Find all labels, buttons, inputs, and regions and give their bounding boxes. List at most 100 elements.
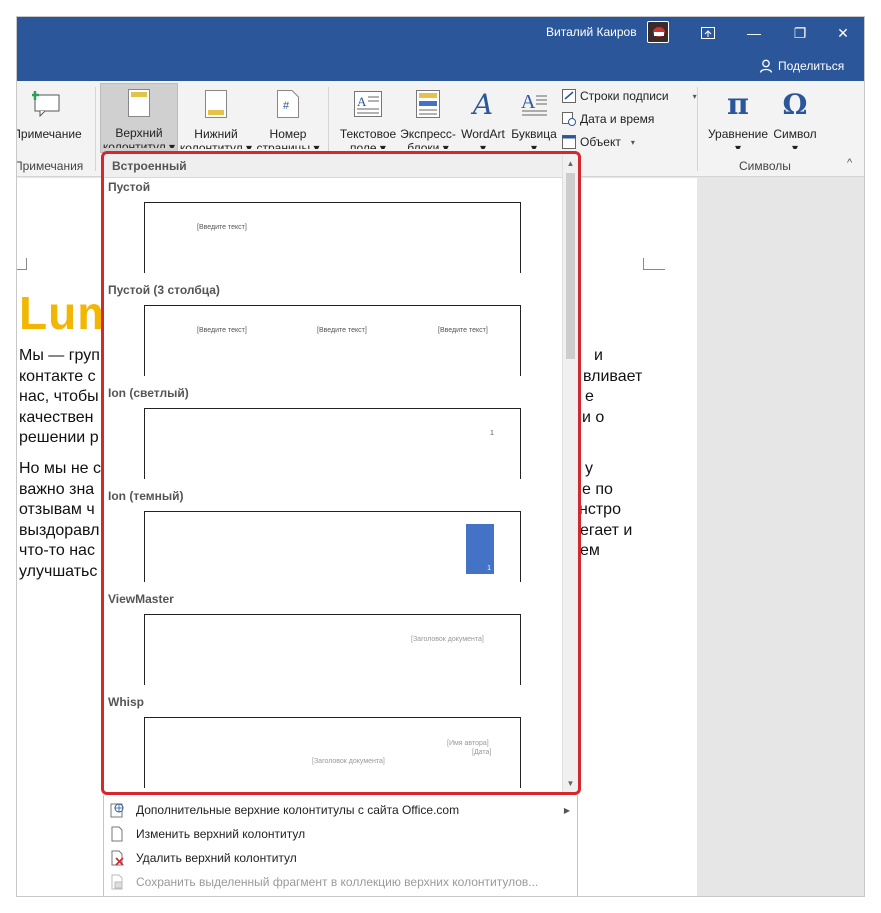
drop-cap-button[interactable]: A Буквица ▾ [509, 85, 559, 149]
quick-parts-button[interactable]: Экспресс- блоки ▾ [399, 85, 457, 149]
placeholder-text: [Введите текст] [317, 327, 367, 334]
signature-line-button[interactable]: Строки подписи ▾ [562, 89, 697, 103]
share-button[interactable]: Поделиться [759, 59, 844, 73]
text-box-button[interactable]: A Текстовое поле ▾ [337, 85, 399, 149]
text-box-label: Текстовое [339, 127, 397, 141]
drop-cap-label: Буквица [511, 127, 557, 141]
wordart-label: WordArt [461, 127, 505, 141]
object-dropdown: ▾ [630, 137, 635, 147]
gallery-item-title: Пустой [108, 180, 151, 194]
gallery-item-ion-light[interactable]: Ion (светлый) 1 [104, 384, 562, 487]
drop-cap-dropdown: ▾ [530, 141, 538, 149]
text-line-end: и [594, 347, 603, 364]
date-time-label: Дата и время [580, 112, 655, 126]
gallery-item-preview: [Заголовок документа] [144, 614, 521, 685]
placeholder-text: [Введите текст] [197, 224, 247, 231]
header-button[interactable]: Верхний колонтитул ▾ [100, 83, 178, 153]
restore-button[interactable]: ❐ [777, 21, 823, 45]
ion-page-number-block: 1 [466, 524, 494, 574]
page-number-text: 1 [487, 565, 491, 572]
comment-button[interactable]: Примечание [16, 85, 85, 141]
quick-parts-label2: блоки ▾ [407, 141, 449, 149]
wordart-button[interactable]: A WordArt ▾ [457, 85, 509, 150]
comment-label: Примечание [16, 127, 82, 141]
footer-label2: колонтитул ▾ [179, 141, 253, 149]
gallery-item-title: Пустой (3 столбца) [108, 283, 220, 297]
edit-header-item[interactable]: Изменить верхний колонтитул [104, 822, 578, 846]
scroll-down-button[interactable]: ▼ [563, 775, 578, 791]
equation-dropdown: ▾ [734, 141, 742, 149]
placeholder-text: [Имя автора] [447, 740, 489, 747]
word-window: Виталий Каиров — ❐ ✕ Поделиться Примечан… [16, 16, 865, 897]
omega-icon: Ω [782, 87, 808, 121]
gallery-item-preview: [Имя автора] [Дата] [Заголовок документа… [144, 717, 521, 788]
object-label: Объект [580, 135, 621, 149]
placeholder-text: [Введите текст] [438, 327, 488, 334]
gallery-item-blank-three-columns[interactable]: Пустой (3 столбца) [Введите текст] [Введ… [104, 281, 562, 384]
office-online-icon [110, 803, 124, 818]
more-headers-online-item[interactable]: Дополнительные верхние колонтитулы с сай… [104, 798, 578, 822]
signature-line-icon [562, 89, 576, 103]
equation-button[interactable]: π Уравнение ▾ [707, 85, 769, 150]
footer-page-icon [205, 90, 227, 118]
remove-header-item[interactable]: Удалить верхний колонтитул [104, 846, 578, 870]
footer-button[interactable]: Нижний колонтитул ▾ [179, 85, 253, 149]
scroll-up-icon: ▲ [566, 158, 575, 168]
close-button[interactable]: ✕ [820, 21, 864, 45]
placeholder-text: [Дата] [472, 749, 492, 756]
new-comment-icon [32, 91, 60, 117]
symbol-button[interactable]: Ω Символ ▾ [769, 85, 821, 150]
separator [697, 87, 698, 171]
quick-parts-icon [416, 90, 440, 118]
placeholder-text: [Заголовок документа] [312, 758, 385, 765]
gallery-item-title: ViewMaster [108, 592, 174, 606]
header-gallery[interactable]: Встроенный Пустой [Введите текст] Пустой… [103, 153, 578, 793]
scroll-thumb[interactable] [566, 173, 575, 359]
gallery-item-blank[interactable]: Пустой [Введите текст] [104, 178, 562, 281]
text-line-end: е по [582, 480, 613, 498]
equation-label: Уравнение [707, 127, 769, 141]
date-time-icon [562, 112, 576, 126]
gallery-item-ion-dark[interactable]: Ion (темный) 1 [104, 487, 562, 590]
gallery-item-viewmaster[interactable]: ViewMaster [Заголовок документа] [104, 590, 562, 693]
edit-header-icon [111, 826, 123, 842]
page-number-text: 1 [490, 430, 494, 437]
title-bar: Виталий Каиров — ❐ ✕ Поделиться [17, 17, 864, 81]
person-icon [759, 59, 773, 73]
gallery-item-title: Whisp [108, 695, 144, 709]
gallery-item-title: Ion (темный) [108, 489, 184, 503]
gallery-item-preview: 1 [144, 408, 521, 479]
header-page-icon [128, 89, 150, 117]
minimize-button[interactable]: — [731, 21, 777, 45]
page-number-icon: # [277, 90, 299, 118]
wordart-icon: A [472, 87, 494, 121]
share-label: Поделиться [778, 59, 845, 73]
gallery-item-title: Ion (светлый) [108, 386, 189, 400]
page-number-button[interactable]: # Номер страницы ▾ [254, 85, 322, 149]
text-box-label2: поле ▾ [350, 141, 386, 149]
gallery-item-preview: [Введите текст] [Введите текст] [Введите… [144, 305, 521, 376]
object-button[interactable]: Объект ▾ [562, 135, 635, 149]
collapse-ribbon-button[interactable]: ^ [847, 157, 852, 169]
gallery-item-preview: [Введите текст] [144, 202, 521, 273]
close-icon: ✕ [837, 24, 849, 41]
text-line-end: вливает [583, 367, 643, 385]
text-line-end: ем [580, 542, 600, 559]
save-to-gallery-icon [111, 874, 123, 890]
gallery-item-whisp[interactable]: Whisp [Имя автора] [Дата] [Заголовок док… [104, 693, 562, 792]
symbol-dropdown: ▾ [791, 141, 799, 149]
user-avatar[interactable] [647, 21, 669, 43]
gallery-scrollbar[interactable]: ▲ ▼ [562, 154, 578, 792]
scroll-up-button[interactable]: ▲ [563, 155, 578, 171]
user-name[interactable]: Виталий Каиров [546, 25, 637, 39]
menu-item-label: Дополнительные верхние колонтитулы с сай… [136, 803, 460, 817]
date-time-button[interactable]: Дата и время [562, 112, 654, 126]
page-number-label: Номер [269, 127, 307, 141]
ribbon-display-options-button[interactable] [685, 21, 731, 45]
gallery-section-label: Встроенный [104, 154, 562, 178]
ribbon-display-options-icon [701, 27, 715, 39]
header-label2: колонтитул ▾ [102, 140, 176, 148]
menu-item-label: Удалить верхний колонтитул [136, 851, 297, 865]
group-symbols-label: Символы [739, 159, 791, 173]
menu-item-label: Сохранить выделенный фрагмент в коллекци… [136, 875, 539, 889]
